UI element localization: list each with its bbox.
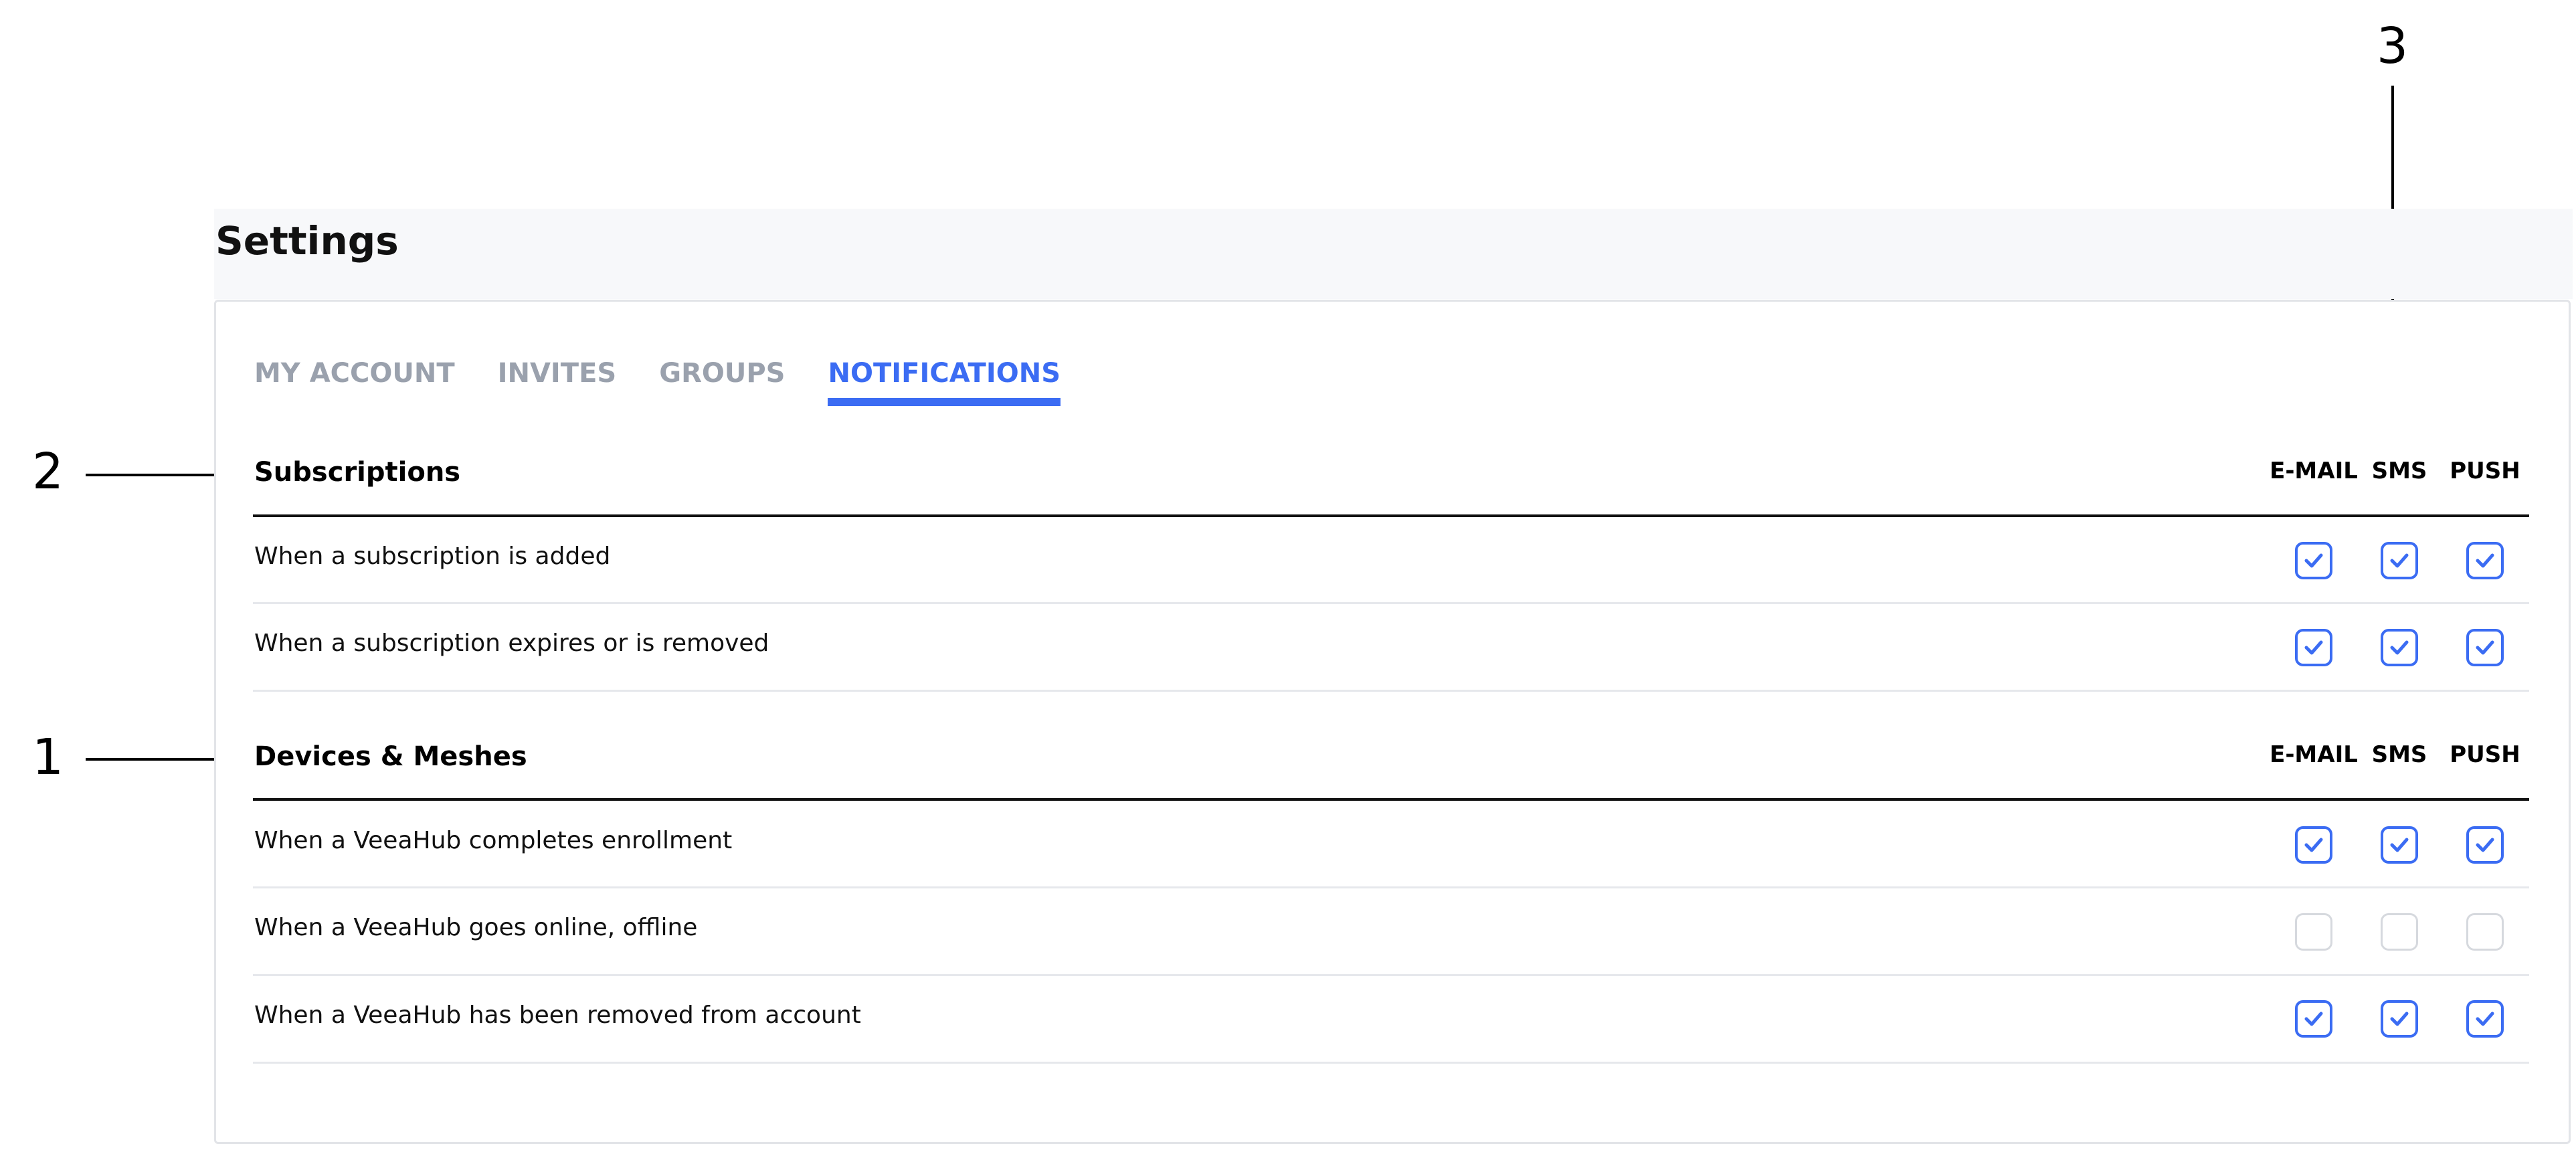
check-icon — [2476, 838, 2494, 852]
check-icon — [2304, 1012, 2323, 1026]
tab-groups[interactable]: GROUPS — [659, 358, 785, 411]
sms-notification-checkbox[interactable] — [2381, 1000, 2418, 1038]
check-icon — [2304, 553, 2323, 568]
column-header-push: PUSH — [2450, 458, 2520, 484]
email-notification-checkbox[interactable] — [2295, 826, 2332, 864]
row-divider — [253, 886, 2529, 888]
page-title: Settings — [215, 218, 399, 264]
row-label-subscription-expires: When a subscription expires or is remove… — [254, 630, 769, 657]
section-title-devices-meshes: Devices & Meshes — [254, 741, 527, 772]
row-divider — [253, 1062, 2529, 1064]
check-icon — [2476, 640, 2494, 655]
email-notification-checkbox[interactable] — [2295, 913, 2332, 951]
column-header-email: E-MAIL — [2270, 741, 2358, 768]
push-notification-checkbox[interactable] — [2466, 913, 2504, 951]
row-label-subscription-added: When a subscription is added — [254, 543, 611, 570]
check-icon — [2390, 1012, 2409, 1026]
row-label-veeahub-enrollment: When a VeeaHub completes enrollment — [254, 827, 733, 854]
column-header-sms: SMS — [2371, 741, 2427, 768]
sms-notification-checkbox[interactable] — [2381, 913, 2418, 951]
column-header-email: E-MAIL — [2270, 458, 2358, 484]
push-notification-checkbox[interactable] — [2466, 542, 2504, 579]
section-title-subscriptions: Subscriptions — [254, 457, 461, 488]
row-divider — [253, 974, 2529, 976]
check-icon — [2304, 838, 2323, 852]
row-divider — [253, 690, 2529, 692]
check-icon — [2304, 640, 2323, 655]
sms-notification-checkbox[interactable] — [2381, 629, 2418, 666]
check-icon — [2390, 640, 2409, 655]
callout-number-3: 3 — [2377, 17, 2409, 75]
callout-number-1: 1 — [32, 729, 64, 786]
row-divider — [253, 602, 2529, 604]
check-icon — [2390, 838, 2409, 852]
callout-number-2: 2 — [32, 443, 64, 500]
row-label-veeahub-online-offline: When a VeeaHub goes online, offline — [254, 914, 698, 941]
tab-my-account[interactable]: MY ACCOUNT — [254, 358, 455, 411]
check-icon — [2476, 1012, 2494, 1026]
section-divider — [253, 514, 2529, 517]
push-notification-checkbox[interactable] — [2466, 1000, 2504, 1038]
section-divider — [253, 798, 2529, 801]
tab-notifications[interactable]: NOTIFICATIONS — [828, 358, 1061, 411]
email-notification-checkbox[interactable] — [2295, 1000, 2332, 1038]
check-icon — [2390, 553, 2409, 568]
sms-notification-checkbox[interactable] — [2381, 542, 2418, 579]
column-header-sms: SMS — [2371, 458, 2427, 484]
push-notification-checkbox[interactable] — [2466, 826, 2504, 864]
push-notification-checkbox[interactable] — [2466, 629, 2504, 666]
email-notification-checkbox[interactable] — [2295, 629, 2332, 666]
tab-invites[interactable]: INVITES — [498, 358, 617, 411]
sms-notification-checkbox[interactable] — [2381, 826, 2418, 864]
email-notification-checkbox[interactable] — [2295, 542, 2332, 579]
check-icon — [2476, 553, 2494, 568]
row-label-veeahub-removed: When a VeeaHub has been removed from acc… — [254, 1001, 861, 1029]
column-header-push: PUSH — [2450, 741, 2520, 768]
tab-bar: MY ACCOUNT INVITES GROUPS NOTIFICATIONS — [254, 358, 1103, 411]
page-header — [214, 209, 2573, 299]
